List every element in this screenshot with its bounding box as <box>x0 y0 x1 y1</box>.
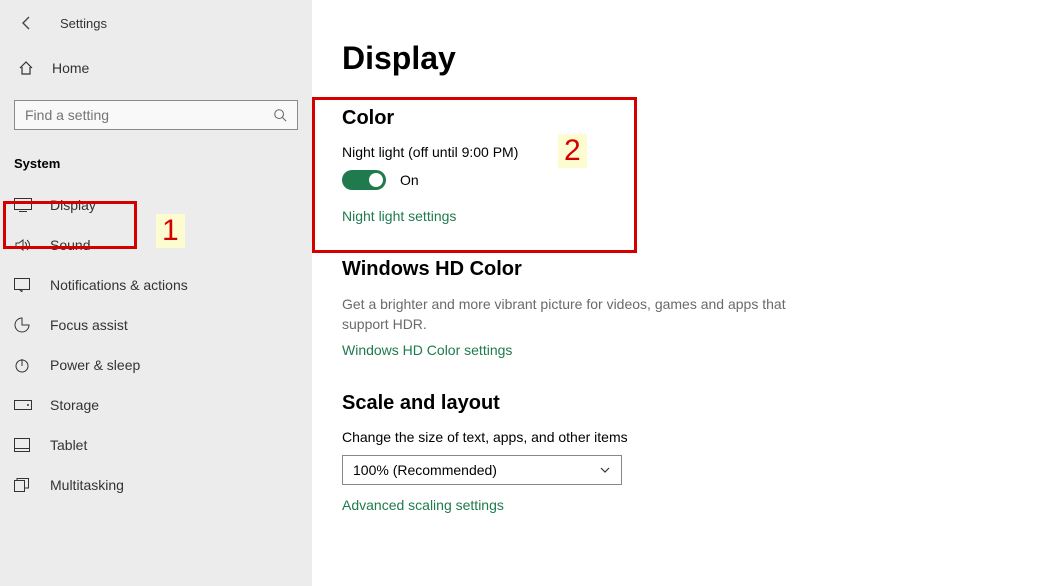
sidebar-item-focus-assist[interactable]: Focus assist <box>0 305 312 345</box>
storage-icon <box>14 400 36 410</box>
search-input[interactable] <box>25 107 273 123</box>
sidebar-item-label: Storage <box>50 397 99 413</box>
scale-size-label: Change the size of text, apps, and other… <box>342 429 1012 445</box>
night-light-toggle[interactable] <box>342 170 386 190</box>
sidebar-group-label: System <box>0 150 312 185</box>
sidebar-item-label: Display <box>50 197 96 213</box>
sidebar-item-display[interactable]: Display <box>0 185 312 225</box>
multitasking-icon <box>14 478 36 492</box>
sidebar-item-notifications[interactable]: Notifications & actions <box>0 265 312 305</box>
main-content: Display Color Night light (off until 9:0… <box>312 0 1052 586</box>
hdcolor-settings-link[interactable]: Windows HD Color settings <box>342 342 1012 358</box>
page-title: Display <box>342 40 1012 77</box>
sidebar-item-multitasking[interactable]: Multitasking <box>0 465 312 505</box>
scale-size-value: 100% (Recommended) <box>353 462 497 478</box>
home-label: Home <box>52 60 89 76</box>
header-row: Settings <box>0 10 312 50</box>
color-section: Color Night light (off until 9:00 PM) On… <box>342 107 1012 224</box>
sound-icon <box>14 238 36 252</box>
color-section-title: Color <box>342 107 1012 130</box>
power-icon <box>14 357 36 373</box>
scale-size-dropdown[interactable]: 100% (Recommended) <box>342 455 622 485</box>
sidebar-item-power-sleep[interactable]: Power & sleep <box>0 345 312 385</box>
hdcolor-section-title: Windows HD Color <box>342 258 1012 281</box>
advanced-scaling-link[interactable]: Advanced scaling settings <box>342 497 1012 513</box>
hdcolor-section: Windows HD Color Get a brighter and more… <box>342 258 1012 358</box>
sidebar-item-home[interactable]: Home <box>0 50 312 86</box>
sidebar-item-label: Multitasking <box>50 477 124 493</box>
night-light-toggle-row: On <box>342 170 1012 190</box>
sidebar: Settings Home System Display Sound Notif… <box>0 0 312 586</box>
search-icon <box>273 108 287 122</box>
back-arrow-icon[interactable] <box>18 14 36 32</box>
notifications-icon <box>14 278 36 292</box>
tablet-icon <box>14 438 36 452</box>
sidebar-item-label: Focus assist <box>50 317 128 333</box>
sidebar-item-label: Tablet <box>50 437 87 453</box>
night-light-toggle-state: On <box>400 172 419 188</box>
sidebar-item-label: Notifications & actions <box>50 277 188 293</box>
sidebar-item-label: Sound <box>50 237 90 253</box>
home-icon <box>18 60 36 76</box>
sidebar-item-storage[interactable]: Storage <box>0 385 312 425</box>
night-light-settings-link[interactable]: Night light settings <box>342 208 1012 224</box>
chevron-down-icon <box>599 464 611 476</box>
sidebar-item-sound[interactable]: Sound <box>0 225 312 265</box>
display-icon <box>14 198 36 212</box>
sidebar-item-label: Power & sleep <box>50 357 140 373</box>
scale-section: Scale and layout Change the size of text… <box>342 392 1012 513</box>
search-box[interactable] <box>14 100 298 130</box>
window-title: Settings <box>60 16 107 31</box>
focus-assist-icon <box>14 317 36 333</box>
hdcolor-description: Get a brighter and more vibrant picture … <box>342 295 802 334</box>
sidebar-item-tablet[interactable]: Tablet <box>0 425 312 465</box>
scale-section-title: Scale and layout <box>342 392 1012 415</box>
night-light-label: Night light (off until 9:00 PM) <box>342 144 1012 160</box>
